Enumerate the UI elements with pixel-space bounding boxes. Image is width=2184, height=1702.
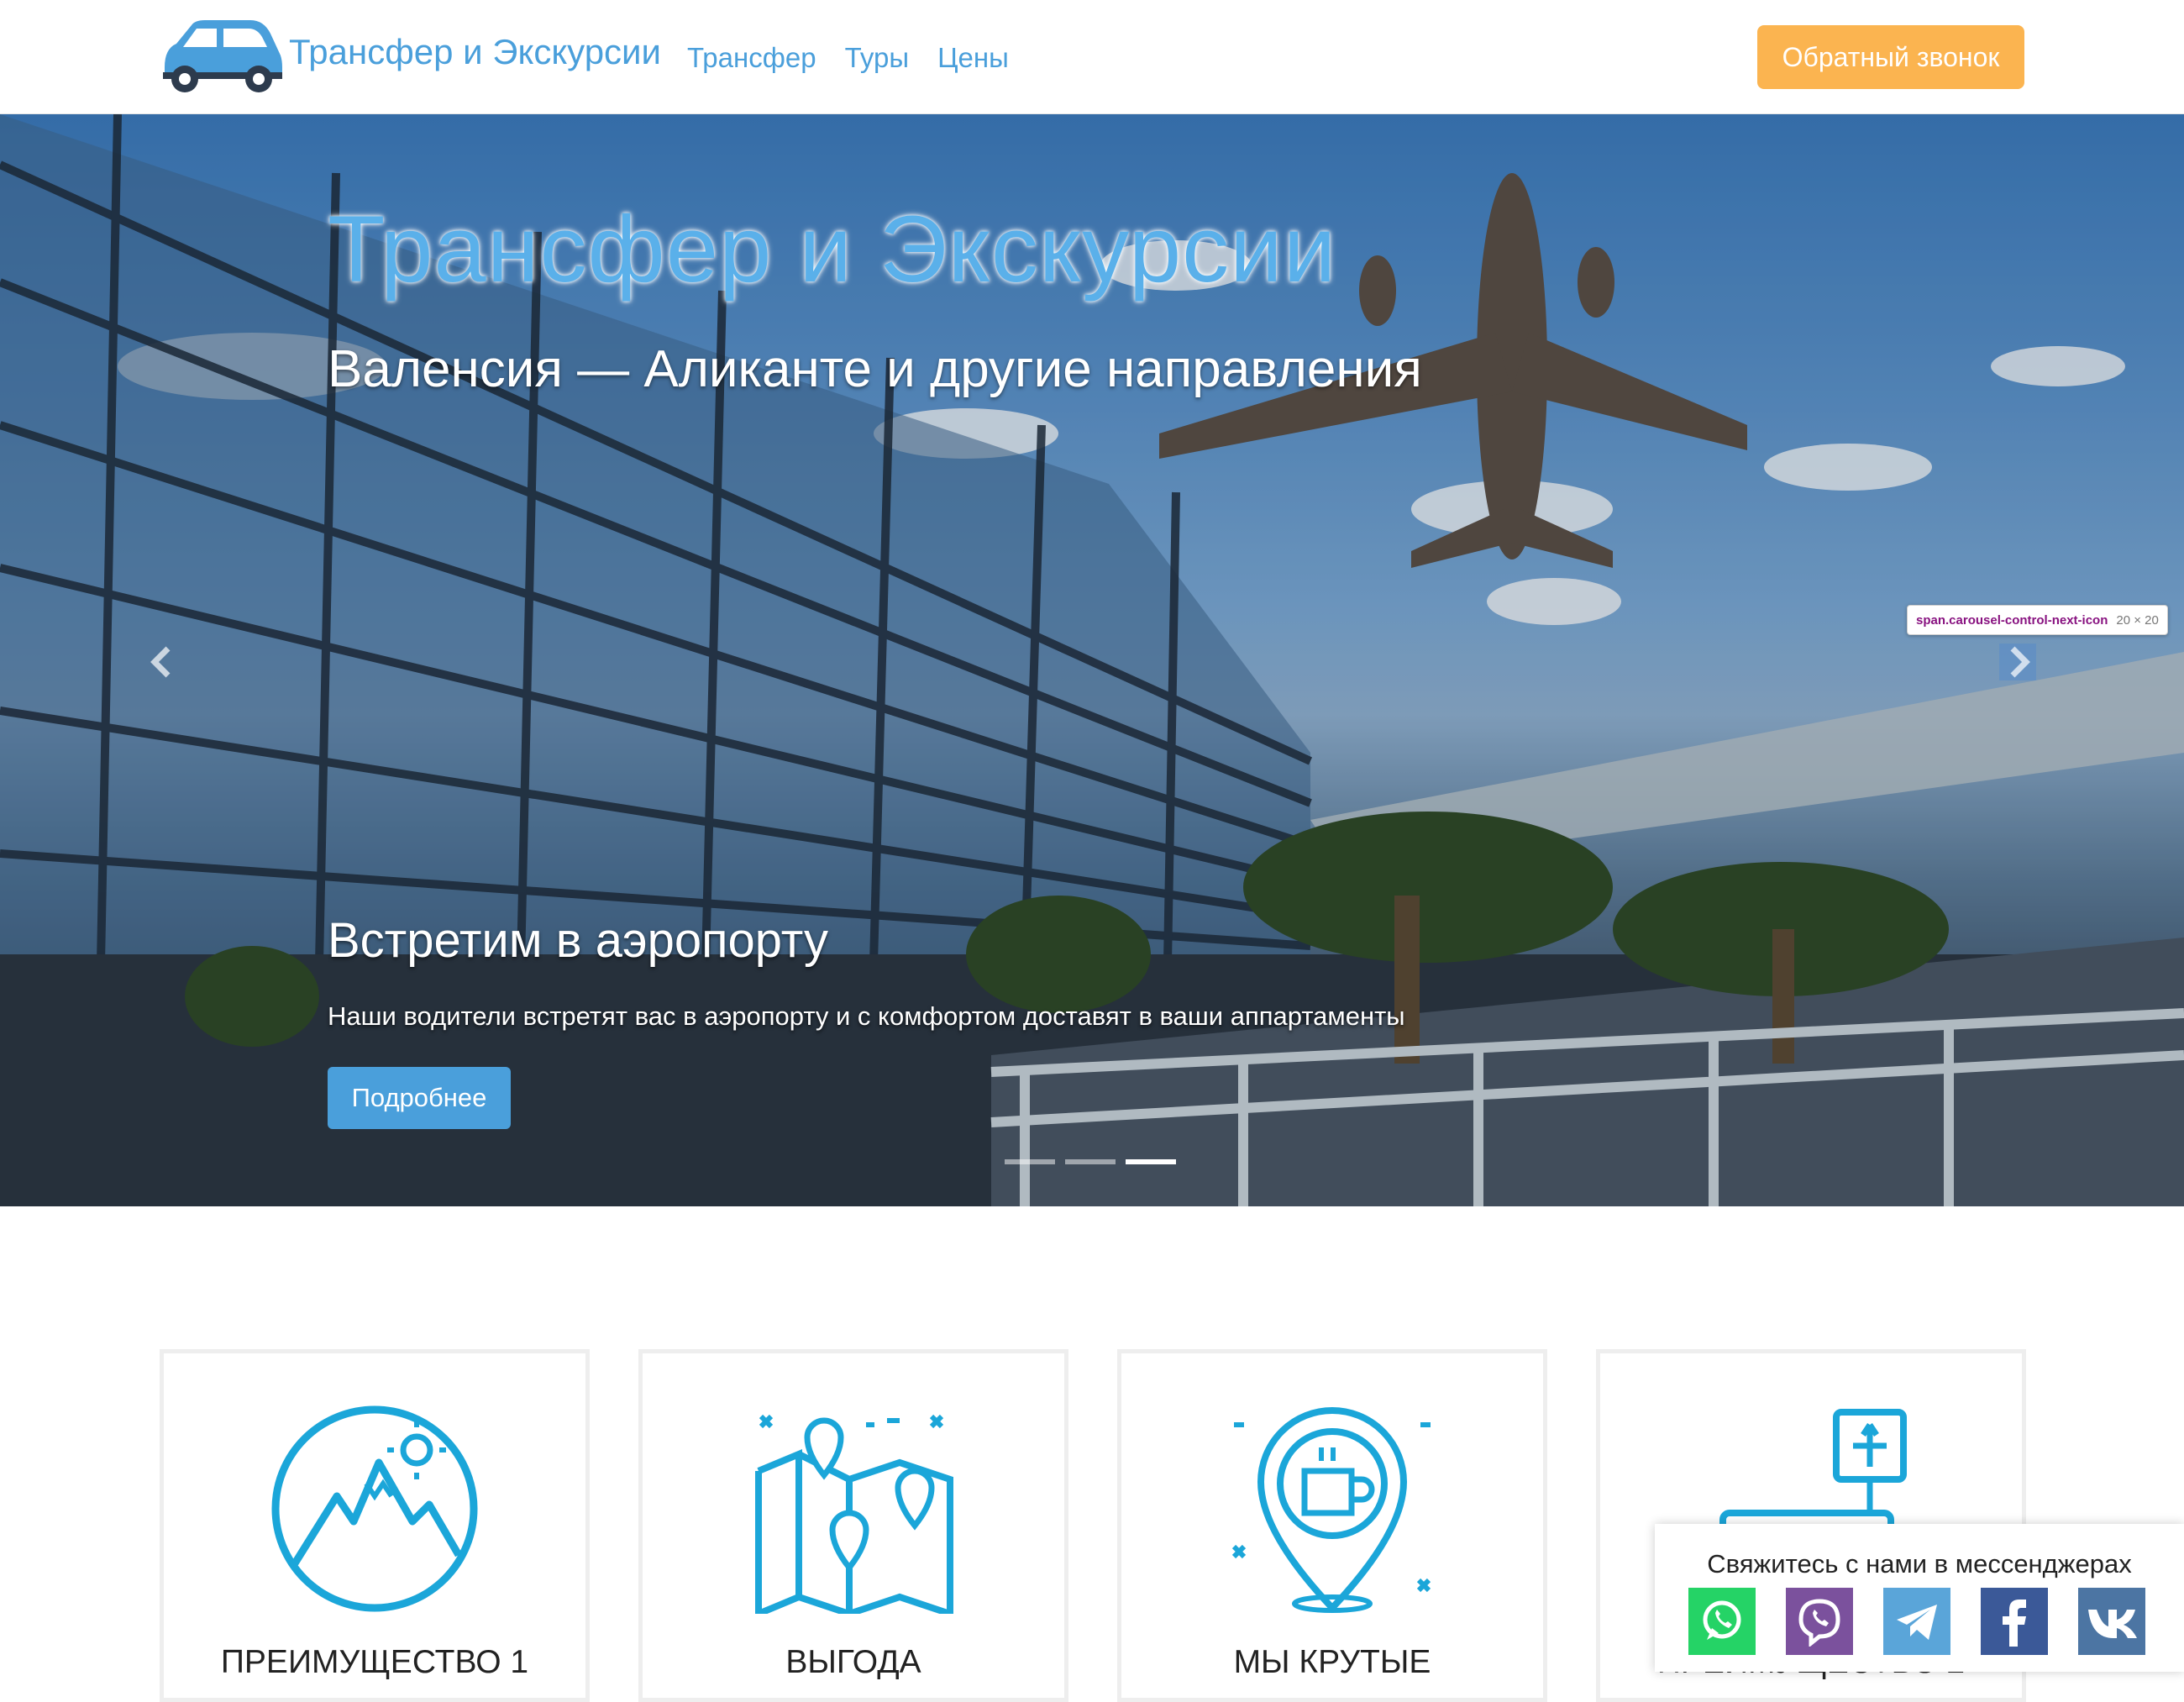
- carousel-indicators: [1005, 1159, 1176, 1164]
- main-nav: Трансфер Туры Цены: [687, 42, 1009, 74]
- facebook-icon[interactable]: [1981, 1588, 2048, 1655]
- feature-card: МЫ КРУТЫЕ: [1117, 1349, 1547, 1702]
- carousel-prev-icon[interactable]: [144, 644, 181, 680]
- hero-carousel: Трансфер и Экскурсии Валенсия — Аликанте…: [0, 114, 2184, 1206]
- slide-title: Встретим в аэропорту: [328, 913, 828, 968]
- tooltip-selector: span.carousel-control-next-icon: [1916, 612, 2108, 628]
- callback-button[interactable]: Обратный звонок: [1757, 25, 2024, 89]
- more-button[interactable]: Подробнее: [328, 1067, 511, 1129]
- nav-transfer[interactable]: Трансфер: [687, 42, 816, 74]
- car-icon[interactable]: [158, 18, 284, 96]
- nav-tours[interactable]: Туры: [845, 42, 910, 74]
- map-pins-icon: [755, 1414, 953, 1614]
- site-header: Трансфер и Экскурсии Трансфер Туры Цены …: [0, 0, 2184, 114]
- messenger-title: Свяжитесь с нами в мессенджерах: [1707, 1549, 2132, 1579]
- messenger-icons: [1688, 1588, 2145, 1655]
- feature-card: ПРЕИМУЩЕСТВО 1: [160, 1349, 590, 1702]
- feature-title: ВЫГОДА: [785, 1644, 921, 1680]
- viber-icon[interactable]: [1786, 1588, 1853, 1655]
- tooltip-size: 20 × 20: [2116, 612, 2159, 628]
- mountains-icon: [271, 1405, 478, 1612]
- feature-title: МЫ КРУТЫЕ: [1233, 1644, 1431, 1680]
- slide-description: Наши водители встретят вас в аэропорту и…: [328, 1001, 1405, 1031]
- hero-title: Трансфер и Экскурсии: [328, 197, 1337, 302]
- carousel-indicator-1[interactable]: [1005, 1159, 1055, 1164]
- nav-prices[interactable]: Цены: [937, 42, 1009, 74]
- hero-subtitle: Валенсия — Аликанте и другие направления: [328, 340, 1422, 398]
- brand-name[interactable]: Трансфер и Экскурсии: [289, 32, 661, 72]
- carousel-indicator-3[interactable]: [1126, 1159, 1176, 1164]
- messenger-widget: Свяжитесь с нами в мессенджерах: [1655, 1524, 2184, 1672]
- carousel-indicator-2[interactable]: [1065, 1159, 1116, 1164]
- vk-icon[interactable]: [2078, 1588, 2145, 1655]
- feature-card: ВЫГОДА: [638, 1349, 1068, 1702]
- devtools-tooltip: span.carousel-control-next-icon 20 × 20: [1907, 605, 2168, 635]
- feature-title: ПРЕИМУЩЕСТВО 1: [220, 1644, 529, 1680]
- whatsapp-icon[interactable]: [1688, 1588, 1756, 1655]
- carousel-next-icon[interactable]: [1999, 644, 2036, 680]
- coffee-pin-icon: [1231, 1406, 1431, 1613]
- telegram-icon[interactable]: [1883, 1588, 1950, 1655]
